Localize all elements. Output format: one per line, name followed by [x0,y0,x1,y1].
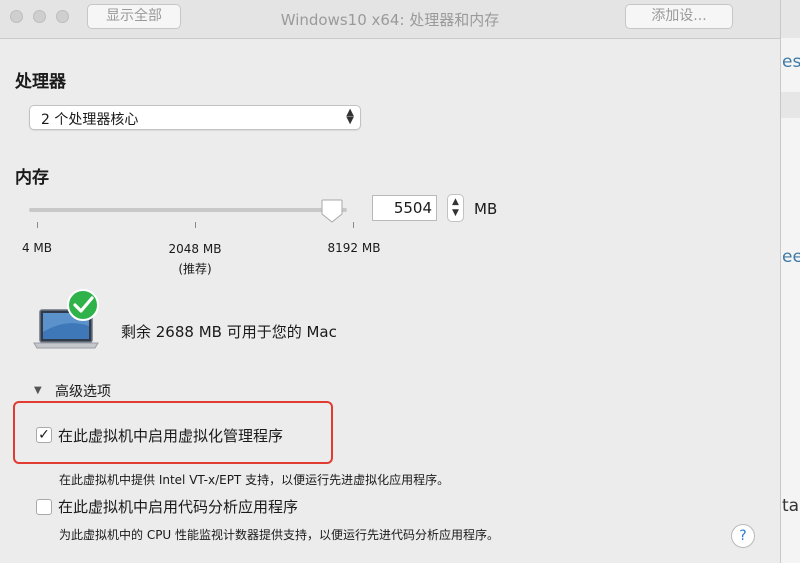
zoom-window-button[interactable] [56,10,69,23]
disclosure-triangle-icon[interactable]: ▼ [34,385,42,396]
minimize-window-button[interactable] [33,10,46,23]
slider-tick-recommended [195,222,196,228]
close-window-button[interactable] [10,10,23,23]
show-all-button[interactable]: 显示全部 [87,4,181,29]
code-analysis-description: 为此虚拟机中的 CPU 性能监视计数器提供支持，以便运行先进代码分析应用程序。 [59,528,500,542]
hypervisor-checkbox[interactable]: ✓ [36,427,52,443]
macbook-icon [33,289,99,349]
slider-recommended-note: (推荐) [178,262,212,276]
memory-slider-thumb[interactable] [320,198,344,224]
background-text-bottom: ta [782,496,800,516]
advanced-options-heading[interactable]: 高级选项 [55,381,111,401]
background-window: es ee ta [780,0,800,563]
memory-heading: 内存 [15,168,49,188]
slider-min-label: 4 MB [21,241,53,255]
add-device-button[interactable]: 添加设... [625,4,733,29]
background-text-top: es [782,52,800,72]
hypervisor-label[interactable]: 在此虚拟机中启用虚拟化管理程序 [58,425,283,446]
help-button[interactable]: ? [731,524,755,548]
slider-tick-min [37,222,38,228]
processor-core-select[interactable]: 2 个处理器核心 ▲ ▼ [29,105,361,130]
processor-heading: 处理器 [15,72,66,92]
memory-value-field[interactable]: 5504 [372,195,437,221]
available-memory-text: 剩余 2688 MB 可用于您的 Mac [121,323,337,341]
check-badge-icon [67,289,99,321]
memory-stepper[interactable]: ▲ ▼ [447,194,464,222]
slider-max-label: 8192 MB [327,241,381,255]
chevron-updown-icon: ▲ ▼ [346,107,354,126]
code-analysis-checkbox[interactable] [36,499,52,515]
background-text-mid: ee [782,247,800,267]
title-bar: 显示全部 Windows10 x64: 处理器和内存 添加设... [0,0,780,39]
processor-core-select-value: 2 个处理器核心 [41,112,139,128]
memory-slider-track[interactable] [29,208,347,212]
memory-unit-label: MB [474,200,498,218]
slider-tick-max [353,222,354,228]
hypervisor-description: 在此虚拟机中提供 Intel VT-x/EPT 支持，以便运行先进虚拟化应用程序… [59,473,450,487]
slider-recommended-label: 2048 MB [168,242,222,256]
code-analysis-label[interactable]: 在此虚拟机中启用代码分析应用程序 [58,496,298,517]
window-title: Windows10 x64: 处理器和内存 [280,11,500,29]
